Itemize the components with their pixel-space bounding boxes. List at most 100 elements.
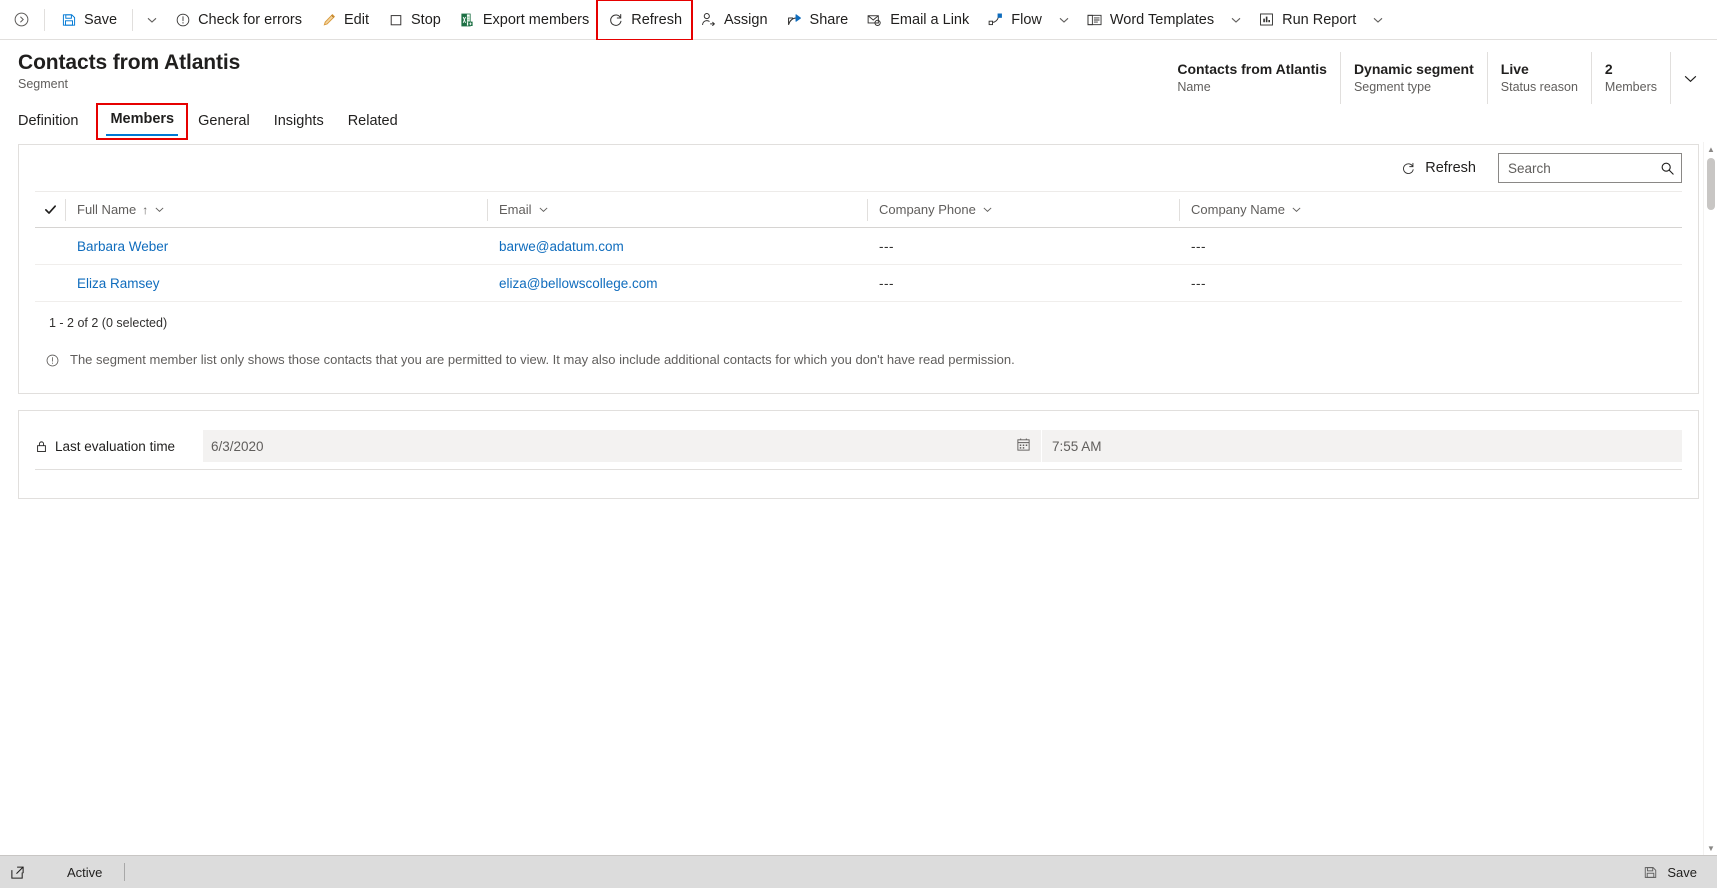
refresh-button-label: Refresh [631, 11, 683, 28]
grid-header-row: Full Name ↑ Email Company Phone Company … [35, 192, 1682, 228]
last-evaluation-time-field[interactable]: 7:55 AM [1042, 430, 1682, 462]
tab-insights[interactable]: Insights [262, 109, 336, 138]
last-evaluation-date-field[interactable]: 6/3/2020 [203, 430, 1041, 462]
column-header-company-name-label: Company Name [1191, 202, 1285, 217]
search-input[interactable] [1499, 154, 1681, 182]
search-icon[interactable] [1657, 158, 1677, 178]
email-link[interactable]: eliza@bellowscollege.com [499, 276, 658, 291]
tab-related-label: Related [347, 113, 398, 130]
cell-company-name: --- [1191, 238, 1206, 254]
command-bar: Save Check for errors Edit Stop Export m… [0, 0, 1717, 41]
header-info-name-label: Name [1177, 80, 1211, 94]
last-evaluation-row: Last evaluation time 6/3/2020 7:55 AM [19, 423, 1698, 469]
contact-link[interactable]: Eliza Ramsey [77, 276, 160, 291]
column-header-company-phone[interactable]: Company Phone [867, 198, 1179, 221]
select-all-checkbox[interactable] [35, 203, 65, 216]
header-info-status-reason-value: Live [1500, 61, 1529, 78]
error-circle-icon [174, 11, 191, 28]
scrollbar-thumb[interactable] [1707, 158, 1715, 210]
email-link[interactable]: barwe@adatum.com [499, 239, 624, 254]
table-row[interactable]: Barbara Weber barwe@adatum.com --- --- [35, 228, 1682, 265]
save-button[interactable]: Save [51, 1, 126, 39]
tab-general[interactable]: General [186, 109, 262, 138]
word-templates-dropdown-caret[interactable] [1223, 1, 1249, 39]
header-info-members[interactable]: 2 Members [1592, 52, 1671, 104]
calendar-icon[interactable] [1016, 437, 1031, 455]
export-members-button[interactable]: Export members [450, 1, 598, 39]
table-row[interactable]: Eliza Ramsey eliza@bellowscollege.com --… [35, 265, 1682, 302]
header-info-segment-type[interactable]: Dynamic segment Segment type [1341, 52, 1488, 104]
header-info-segment-type-label: Segment type [1353, 80, 1432, 94]
share-button-label: Share [809, 11, 849, 28]
run-report-dropdown-caret[interactable] [1365, 1, 1391, 39]
stop-square-icon [387, 11, 404, 28]
flow-dropdown-caret[interactable] [1051, 1, 1077, 39]
column-header-company-name[interactable]: Company Name [1179, 198, 1499, 221]
grid-refresh-button[interactable]: Refresh [1390, 155, 1486, 182]
tab-related[interactable]: Related [336, 109, 410, 138]
excel-icon [459, 11, 476, 28]
tab-members[interactable]: Members [96, 103, 189, 141]
email-a-link-button[interactable]: Email a Link [857, 1, 978, 39]
save-button-label: Save [84, 11, 118, 28]
assign-button[interactable]: Assign [691, 1, 777, 39]
toolbar-divider-2 [132, 8, 134, 31]
chevron-down-icon[interactable] [982, 204, 993, 215]
grid-toolbar: Refresh [19, 145, 1698, 191]
header-info-strip: Contacts from Atlantis Name Dynamic segm… [1164, 52, 1709, 104]
status-bar: Active Save [0, 855, 1717, 888]
share-icon [786, 11, 803, 28]
flow-icon [987, 11, 1004, 28]
chevron-down-icon[interactable] [154, 204, 165, 215]
header-info-members-value: 2 [1604, 61, 1613, 78]
permission-notice-text: The segment member list only shows those… [70, 352, 1015, 367]
contact-link[interactable]: Barbara Weber [77, 239, 168, 254]
column-header-email[interactable]: Email [487, 198, 867, 221]
share-button[interactable]: Share [777, 1, 858, 39]
scroll-down-arrow-icon[interactable]: ▼ [1704, 841, 1717, 855]
header-info-segment-type-value: Dynamic segment [1353, 61, 1474, 78]
collapse-nav-icon[interactable] [4, 1, 38, 39]
chevron-down-icon[interactable] [538, 204, 549, 215]
status-bar-state: Active [67, 864, 103, 880]
header-info-name[interactable]: Contacts from Atlantis Name [1164, 52, 1341, 104]
cell-company-name: --- [1191, 275, 1206, 291]
lock-icon [35, 440, 48, 453]
stop-button[interactable]: Stop [378, 1, 450, 39]
header-info-name-value: Contacts from Atlantis [1177, 61, 1327, 78]
header-info-status-reason[interactable]: Live Status reason [1488, 52, 1592, 104]
status-bar-divider [124, 863, 126, 881]
status-bar-save-label: Save [1667, 864, 1697, 880]
last-evaluation-date-value: 6/3/2020 [211, 438, 264, 454]
report-icon [1258, 11, 1275, 28]
word-templates-button[interactable]: Word Templates [1077, 1, 1223, 39]
tab-insights-label: Insights [273, 113, 324, 130]
scroll-up-arrow-icon[interactable]: ▲ [1704, 142, 1717, 156]
chevron-down-icon[interactable] [1291, 204, 1302, 215]
refresh-icon [1400, 160, 1417, 177]
chevron-down-icon[interactable] [1671, 52, 1709, 104]
record-header: Contacts from Atlantis Segment Contacts … [0, 40, 1717, 142]
last-evaluation-label-text: Last evaluation time [55, 438, 176, 454]
grid-refresh-label: Refresh [1425, 160, 1476, 176]
word-templates-label: Word Templates [1109, 11, 1215, 28]
stop-button-label: Stop [411, 11, 441, 28]
column-header-full-name[interactable]: Full Name ↑ [65, 198, 487, 221]
search-box[interactable] [1498, 153, 1682, 183]
save-dropdown-caret[interactable] [139, 1, 165, 39]
export-members-label: Export members [482, 11, 590, 28]
run-report-button[interactable]: Run Report [1249, 1, 1365, 39]
vertical-scrollbar[interactable]: ▲ ▼ [1703, 142, 1717, 855]
check-for-errors-button[interactable]: Check for errors [165, 1, 311, 39]
refresh-button[interactable]: Refresh [596, 0, 694, 41]
last-evaluation-card: Last evaluation time 6/3/2020 7:55 AM [18, 410, 1699, 499]
popout-icon[interactable] [10, 865, 25, 880]
tab-definition[interactable]: Definition [18, 109, 90, 138]
flow-button[interactable]: Flow [978, 1, 1051, 39]
status-bar-save-button[interactable]: Save [1642, 864, 1705, 881]
cell-email: eliza@bellowscollege.com [487, 276, 867, 291]
edit-button[interactable]: Edit [311, 1, 378, 39]
flow-button-label: Flow [1011, 11, 1042, 28]
header-info-members-label: Members [1604, 80, 1657, 94]
sort-ascending-icon: ↑ [142, 202, 149, 217]
